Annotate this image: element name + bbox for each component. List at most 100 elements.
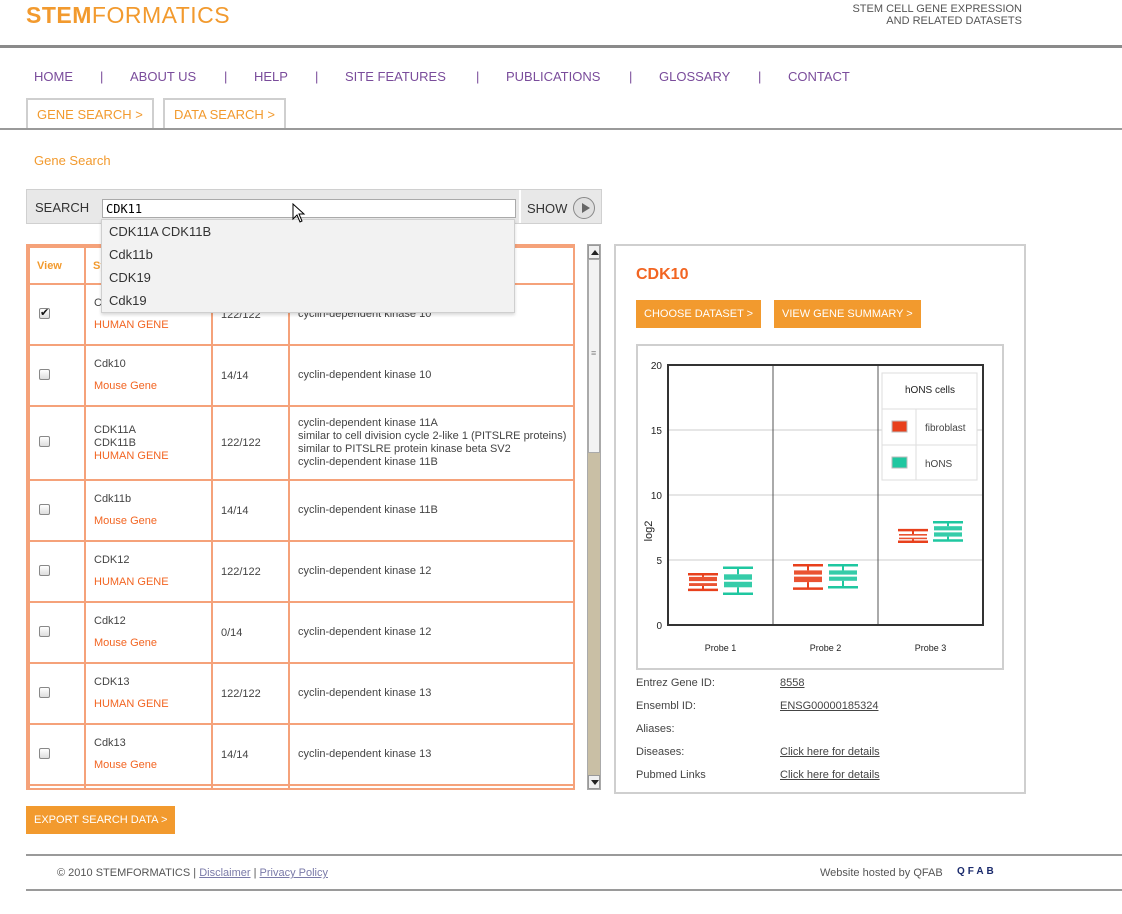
view-checkbox[interactable] <box>39 686 50 698</box>
species-label: HUMAN GENE <box>94 698 169 710</box>
scrollbar-thumb[interactable] <box>588 259 600 453</box>
legend-label: hONS <box>925 459 953 470</box>
privacy-policy-link[interactable]: Privacy Policy <box>260 867 328 879</box>
footer-divider-top <box>26 854 1122 856</box>
diseases-link[interactable]: Click here for details <box>780 746 880 758</box>
table-row: Cdk13 Mouse Gene 14/14 cyclin-dependent k… <box>28 723 573 786</box>
pubmed-label: Pubmed Links <box>636 769 706 781</box>
show-label: SHOW <box>527 200 568 216</box>
suggestion-item[interactable]: CDK19 <box>102 266 514 289</box>
view-checkbox[interactable] <box>39 503 50 515</box>
aliases-label: Aliases: <box>636 723 675 735</box>
show-button[interactable]: SHOW <box>527 197 596 219</box>
diseases-label: Diseases: <box>636 746 685 758</box>
y-axis-label: log2 <box>643 521 655 542</box>
legend-label: fibroblast <box>925 423 966 434</box>
nav-contact[interactable]: CONTACT <box>788 69 850 84</box>
tab-gene-search[interactable]: GENE SEARCH > <box>26 98 154 129</box>
table-row: Cdk10 Mouse Gene 14/14 cyclin-dependent k… <box>28 344 573 407</box>
species-label: Mouse Gene <box>94 515 157 527</box>
hosted-by-text: Website hosted by QFAB <box>820 867 943 879</box>
gene-symbol[interactable]: CDK11A CDK11B <box>94 424 136 449</box>
view-checkbox[interactable] <box>39 436 50 447</box>
view-checkbox[interactable] <box>39 625 50 637</box>
nav-publications[interactable]: PUBLICATIONS <box>506 69 600 84</box>
nav-home[interactable]: HOME <box>34 69 73 84</box>
gene-symbol[interactable]: CDK13 <box>94 676 129 688</box>
scroll-down-arrow-icon[interactable] <box>588 775 600 789</box>
x-tick-label: Probe 2 <box>810 643 842 653</box>
species-label: Mouse Gene <box>94 380 157 392</box>
play-icon <box>573 197 596 219</box>
pubmed-link[interactable]: Click here for details <box>780 769 880 781</box>
gene-description: cyclin-dependent kinase 12 <box>288 540 573 603</box>
search-divider <box>519 190 521 223</box>
nav-separator: | <box>224 69 228 84</box>
entrez-id-link[interactable]: 8558 <box>780 677 804 689</box>
gene-symbol[interactable]: Cdk11b <box>94 493 131 505</box>
ensembl-id-link[interactable]: ENSG00000185324 <box>780 700 878 712</box>
nav-about-us[interactable]: ABOUT US <box>130 69 196 84</box>
qfab-logo[interactable]: QFAB <box>957 866 997 877</box>
scroll-up-arrow-icon[interactable] <box>588 245 600 259</box>
view-gene-summary-button[interactable]: VIEW GENE SUMMARY > <box>774 300 921 328</box>
nav-separator: | <box>315 69 319 84</box>
nav-help[interactable]: HELP <box>254 69 288 84</box>
table-row: CDK12 HUMAN GENE 122/122 cyclin-dependent… <box>28 540 573 603</box>
gene-description: cyclin-dependent kinase 10 <box>288 344 573 407</box>
results-scrollbar[interactable] <box>587 244 601 790</box>
table-row: Cdk11b Mouse Gene 14/14 cyclin-dependent … <box>28 479 573 542</box>
legend-swatch <box>891 420 908 433</box>
footer-left: © 2010 STEMFORMATICS | Disclaimer | Priv… <box>57 867 328 879</box>
x-tick-label: Probe 1 <box>705 643 737 653</box>
table-row: CDK11A CDK11B HUMAN GENE 122/122 cyclin-d… <box>28 405 573 481</box>
tab-data-search[interactable]: DATA SEARCH > <box>163 98 287 129</box>
nav-glossary[interactable]: GLOSSARY <box>659 69 730 84</box>
site-logo[interactable]: STEMFORMATICS <box>26 2 230 29</box>
gene-symbol[interactable]: Cdk13 <box>94 737 126 749</box>
mouse-cursor-icon <box>292 203 306 223</box>
view-checkbox[interactable] <box>39 368 50 380</box>
nav-site-features[interactable]: SITE FEATURES <box>345 69 446 84</box>
logo-rest-text: FORMATICS <box>91 2 231 28</box>
site-tagline: STEM CELL GENE EXPRESSION AND RELATED DA… <box>852 3 1022 27</box>
search-input[interactable] <box>102 199 516 218</box>
gene-description: cyclin-dependent kinase 13 <box>288 723 573 786</box>
gene-title: CDK10 <box>636 266 689 283</box>
search-label: SEARCH <box>35 200 90 215</box>
table-row: Cdk12 Mouse Gene 0/14 cyclin-dependent ki… <box>28 601 573 664</box>
disclaimer-link[interactable]: Disclaimer <box>199 867 250 879</box>
choose-dataset-button[interactable]: CHOOSE DATASET > <box>636 300 762 328</box>
species-label: HUMAN GENE <box>94 449 169 462</box>
dataset-count: 14/14 <box>211 479 290 542</box>
expression-chart: 0 5 10 15 20 Probe 1 Probe 2 Probe 3 log2 hONS ce… <box>636 344 1004 670</box>
gene-description: cyclin-dependent kinase 12 <box>288 601 573 664</box>
table-row: CDK13 HUMAN GENE 122/122 cyclin-dependent… <box>28 662 573 725</box>
dataset-count: 122/122 <box>211 405 290 481</box>
dataset-count: 0/14 <box>211 601 290 664</box>
suggestion-item[interactable]: Cdk11b <box>102 243 514 266</box>
y-tick-label: 15 <box>651 426 663 437</box>
autocomplete-dropdown: CDK11A CDK11B Cdk11b CDK19 Cdk19 <box>101 219 515 313</box>
nav-separator: | <box>476 69 480 84</box>
suggestion-item[interactable]: CDK11A CDK11B <box>102 220 514 243</box>
view-checkbox[interactable] <box>39 564 50 576</box>
view-checkbox[interactable] <box>39 306 50 319</box>
dataset-count: 122/122 <box>211 540 290 603</box>
tagline-line-1: STEM CELL GENE EXPRESSION <box>852 3 1022 15</box>
dataset-count: 14/14 <box>211 723 290 786</box>
copyright-text: © 2010 STEMFORMATICS | <box>57 867 197 879</box>
gene-symbol[interactable]: CDK12 <box>94 554 129 566</box>
results-table: View Sy CHUMAN GENE 122/122 cyclin-depen… <box>26 244 575 790</box>
suggestion-item[interactable]: Cdk19 <box>102 289 514 312</box>
view-checkbox[interactable] <box>39 747 50 759</box>
ensembl-label: Ensembl ID: <box>636 700 696 712</box>
export-search-data-button[interactable]: EXPORT SEARCH DATA > <box>26 806 176 834</box>
x-tick-label: Probe 3 <box>915 643 947 653</box>
gene-symbol[interactable]: Cdk12 <box>94 615 126 627</box>
gene-symbol[interactable]: Cdk10 <box>94 358 126 370</box>
footer-separator: | <box>253 867 257 879</box>
header-view: View <box>28 246 86 285</box>
species-label: HUMAN GENE <box>94 576 169 588</box>
y-tick-label: 5 <box>656 556 662 567</box>
